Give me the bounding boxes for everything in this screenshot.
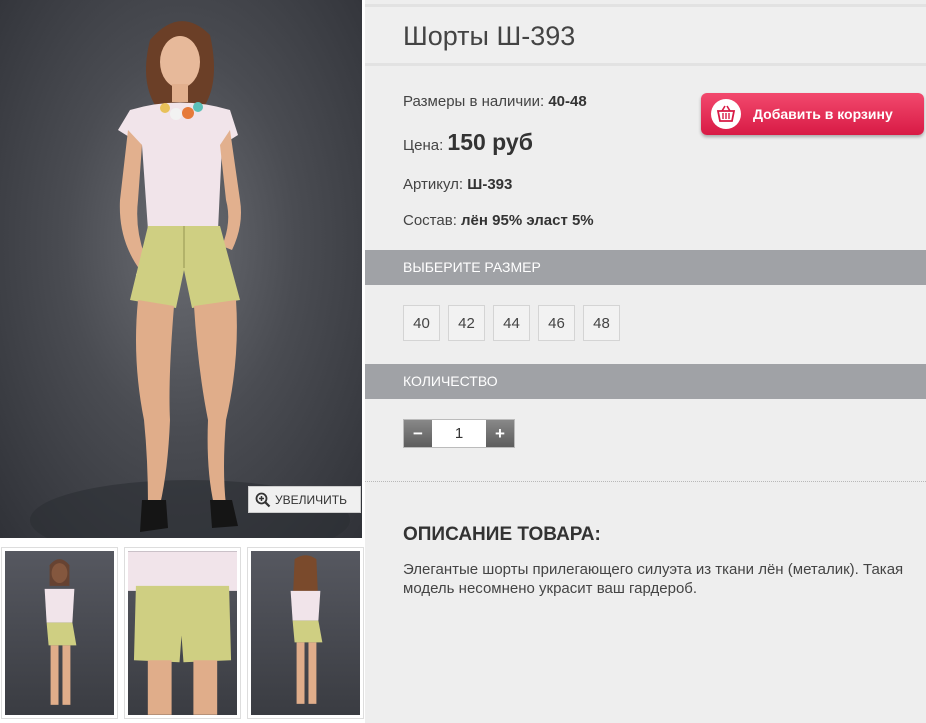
thumbnail-shorts-closeup[interactable] (124, 547, 241, 719)
size-option-46[interactable]: 46 (538, 305, 575, 341)
thumbnail-image (128, 551, 237, 715)
composition-label: Состав: (403, 212, 457, 229)
description-title: ОПИСАНИЕ ТОВАРА: (403, 524, 601, 545)
description-text: Элегантые шорты прилегающего силуэта из … (403, 561, 904, 597)
model-figure-image (30, 21, 350, 538)
product-info-panel: Шорты Ш-393 Размеры в наличии: 40-48 Цен… (365, 0, 926, 723)
price-label: Цена: (403, 137, 444, 154)
add-to-cart-button[interactable]: Добавить в корзину (701, 93, 924, 135)
quantity-decrease-button[interactable]: − (404, 420, 432, 447)
composition-value: лён 95% эласт 5% (461, 212, 594, 229)
divider (365, 481, 926, 482)
quantity-stepper: − + (403, 419, 515, 448)
thumbnail-strip (0, 547, 364, 723)
sizes-available-line: Размеры в наличии: 40-48 (403, 93, 587, 110)
magnifier-plus-icon (255, 492, 271, 507)
price-value: 150 руб (447, 129, 533, 155)
thumbnail-full-back[interactable] (247, 547, 364, 719)
title-bar: Шорты Ш-393 (365, 4, 926, 66)
main-product-photo[interactable]: УВЕЛИЧИТЬ (0, 0, 362, 538)
sku-line: Артикул: Ш-393 (403, 176, 512, 193)
product-title: Шорты Ш-393 (403, 21, 576, 51)
size-option-42[interactable]: 42 (448, 305, 485, 341)
quantity-increase-button[interactable]: + (486, 420, 514, 447)
size-option-48[interactable]: 48 (583, 305, 620, 341)
size-option-44[interactable]: 44 (493, 305, 530, 341)
thumbnail-image (290, 555, 323, 704)
sku-value: Ш-393 (467, 176, 513, 193)
sizes-available-value: 40-48 (548, 93, 587, 110)
sizes-available-label: Размеры в наличии: (403, 93, 545, 110)
size-section-header: ВЫБЕРИТЕ РАЗМЕР (365, 250, 926, 285)
sku-label: Артикул: (403, 176, 464, 193)
price-line: Цена: 150 руб (403, 129, 533, 156)
basket-icon (711, 99, 741, 129)
size-options: 40 42 44 46 48 (403, 305, 620, 341)
thumbnail-full-front[interactable] (1, 547, 118, 719)
quantity-input[interactable] (432, 420, 486, 447)
add-to-cart-label: Добавить в корзину (753, 106, 893, 122)
quantity-section-header: КОЛИЧЕСТВО (365, 364, 926, 399)
zoom-button[interactable]: УВЕЛИЧИТЬ (248, 486, 361, 513)
composition-line: Состав: лён 95% эласт 5% (403, 212, 594, 229)
zoom-label: УВЕЛИЧИТЬ (275, 492, 347, 507)
thumbnail-image (44, 559, 77, 705)
size-option-40[interactable]: 40 (403, 305, 440, 341)
